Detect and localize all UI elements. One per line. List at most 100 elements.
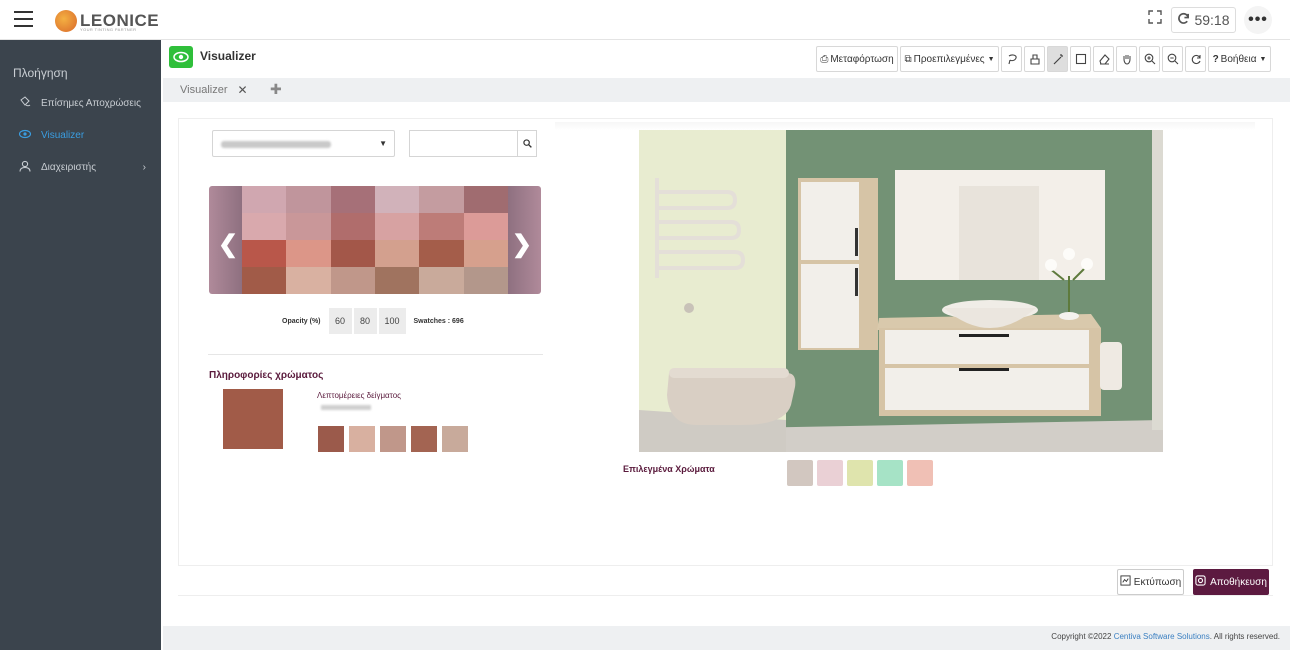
footer: Copyright ©2022 Centiva Software Solutio… (163, 626, 1290, 650)
add-tab-icon[interactable]: ✚ (270, 81, 282, 98)
company-link[interactable]: Centiva Software Solutions (1114, 632, 1210, 641)
color-swatch[interactable] (419, 213, 464, 240)
chevron-left-icon[interactable]: ❮ (218, 230, 238, 259)
color-swatch[interactable] (330, 267, 375, 294)
search-input[interactable] (409, 130, 518, 157)
rectangle-select-icon[interactable] (1070, 46, 1091, 72)
color-swatch[interactable] (419, 186, 464, 213)
presets-label: Προεπιλεγμένες (913, 53, 985, 65)
color-swatch[interactable] (242, 186, 287, 213)
color-swatch[interactable] (286, 240, 331, 267)
caret-down-icon: ▼ (1259, 55, 1267, 63)
chevron-right-icon: › (142, 161, 146, 173)
copyright-text: Copyright ©2022 Centiva Software Solutio… (1051, 632, 1280, 641)
zoom-out-icon[interactable] (1162, 46, 1183, 72)
user-icon (18, 160, 32, 175)
color-swatch[interactable] (463, 213, 508, 240)
room-preview-image[interactable] (639, 130, 1163, 452)
selected-color-swatch[interactable] (817, 460, 843, 486)
selected-colors-title: Επιλεγμένα Χρώματα (623, 464, 715, 474)
color-swatch[interactable] (242, 267, 287, 294)
color-swatch[interactable] (242, 240, 287, 267)
related-color-swatch[interactable] (442, 426, 468, 452)
logo-mark-icon (55, 10, 77, 32)
selected-color-swatch[interactable] (907, 460, 933, 486)
sidebar-item-admin[interactable]: Διαχειριστής › (0, 152, 161, 182)
page-title: Visualizer (200, 49, 256, 63)
print-label: Εκτύπωση (1133, 576, 1182, 588)
presets-icon: ⧉ (904, 53, 912, 65)
zoom-in-icon[interactable] (1139, 46, 1160, 72)
save-icon (1195, 575, 1206, 589)
color-swatch[interactable] (463, 186, 508, 213)
copyright-suffix: . All rights reserved. (1209, 632, 1280, 641)
color-swatch[interactable] (463, 240, 508, 267)
eraser-icon[interactable] (1093, 46, 1114, 72)
lasso-tool-icon[interactable] (1001, 46, 1022, 72)
fullscreen-icon[interactable] (1148, 10, 1164, 26)
sidebar-item-label: Visualizer (41, 129, 85, 141)
color-swatch[interactable] (419, 240, 464, 267)
session-timer: 59:18 (1194, 12, 1230, 28)
more-options-icon[interactable]: ••• (1244, 6, 1272, 34)
color-swatch[interactable] (286, 267, 331, 294)
refresh-icon (1177, 12, 1190, 28)
caret-down-icon: ▼ (379, 139, 387, 148)
color-swatch[interactable] (419, 267, 464, 294)
save-button[interactable]: Αποθήκευση (1193, 569, 1269, 595)
sidebar-item-official-shades[interactable]: Επίσημες Αποχρώσεις (0, 88, 161, 118)
search-icon[interactable] (517, 130, 537, 157)
sidebar-heading: Πλοήγηση (13, 66, 68, 80)
selected-color-swatch[interactable] (847, 460, 873, 486)
sidebar-item-label: Επίσημες Αποχρώσεις (41, 97, 141, 109)
upload-icon: ⎙ (820, 53, 829, 65)
help-label: Βοήθεια (1220, 53, 1257, 65)
print-button[interactable]: Εκτύπωση (1117, 569, 1184, 595)
color-info-title: Πληροφορίες χρώματος (209, 370, 324, 381)
color-swatch[interactable] (374, 267, 420, 294)
sidebar-item-visualizer[interactable]: Visualizer (0, 120, 161, 150)
sidebar-item-label: Διαχειριστής (41, 161, 97, 173)
opacity-80-button[interactable]: 80 (353, 308, 377, 334)
color-swatch[interactable] (330, 240, 375, 267)
tab-visualizer[interactable]: Visualizer ✕ (163, 78, 261, 102)
related-color-swatch[interactable] (411, 426, 437, 452)
color-swatch[interactable] (374, 186, 420, 213)
print-icon (1120, 575, 1131, 589)
paint-bucket-icon[interactable] (1024, 46, 1045, 72)
upload-button[interactable]: ⎙ Μεταφόρτωση (816, 46, 898, 72)
color-swatch[interactable] (286, 186, 331, 213)
selected-colors-row (787, 460, 933, 486)
color-swatch[interactable] (286, 213, 331, 240)
color-swatch[interactable] (374, 213, 420, 240)
close-tab-icon[interactable]: ✕ (238, 83, 248, 97)
visualizer-eye-icon (169, 46, 193, 68)
selected-color-swatch (223, 389, 283, 449)
divider (208, 354, 543, 355)
menu-toggle-icon[interactable] (14, 11, 33, 27)
color-swatch[interactable] (374, 240, 420, 267)
selected-color-swatch[interactable] (877, 460, 903, 486)
color-swatch[interactable] (242, 213, 287, 240)
presets-dropdown[interactable]: ⧉ Προεπιλεγμένες ▼ (900, 46, 999, 72)
opacity-100-button[interactable]: 100 (378, 308, 406, 334)
tab-label: Visualizer (180, 84, 228, 96)
magic-wand-icon[interactable] (1047, 46, 1068, 72)
opacity-60-button[interactable]: 60 (328, 308, 352, 334)
color-swatch[interactable] (463, 267, 508, 294)
related-color-swatch[interactable] (318, 426, 344, 452)
help-dropdown[interactable]: ? Βοήθεια ▼ (1208, 46, 1271, 72)
related-color-swatch[interactable] (380, 426, 406, 452)
pan-hand-icon[interactable] (1116, 46, 1137, 72)
upload-label: Μεταφόρτωση (830, 53, 894, 65)
logo: LEONICE YOUR TINTING PARTNER (55, 8, 159, 34)
chevron-right-icon[interactable]: ❯ (512, 230, 532, 259)
collection-select[interactable]: ▼ (212, 130, 395, 157)
color-swatch[interactable] (330, 186, 375, 213)
session-timer-button[interactable]: 59:18 (1171, 7, 1236, 33)
sample-details-value (321, 405, 371, 410)
selected-color-swatch[interactable] (787, 460, 813, 486)
related-color-swatch[interactable] (349, 426, 375, 452)
color-swatch[interactable] (330, 213, 375, 240)
reset-icon[interactable] (1185, 46, 1206, 72)
